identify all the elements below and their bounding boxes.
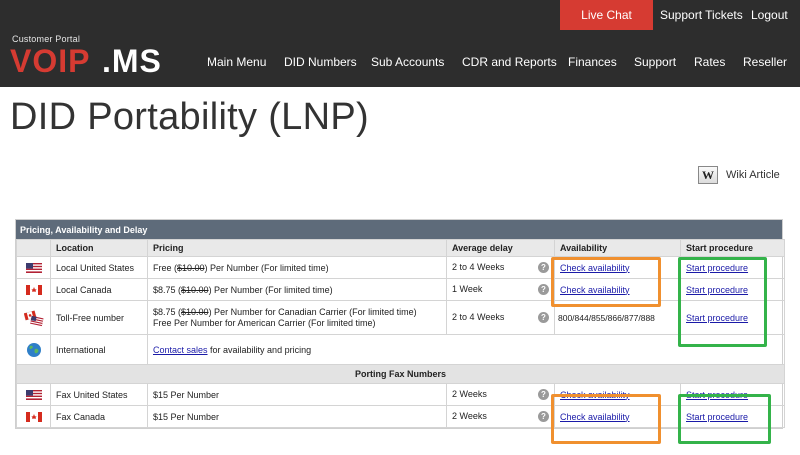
live-chat-button[interactable]: Live Chat bbox=[560, 0, 653, 30]
header-flag bbox=[16, 239, 51, 257]
nav-rates[interactable]: Rates bbox=[694, 55, 725, 69]
pricing-table: Pricing, Availability and Delay Location… bbox=[15, 219, 785, 429]
pricing-cell: $8.75 ($10.00) Per Number (For limited t… bbox=[147, 278, 447, 301]
help-icon[interactable]: ? bbox=[538, 284, 549, 295]
canada-flag-icon bbox=[25, 284, 42, 295]
toll-free-flags-icon bbox=[23, 309, 43, 326]
table-header-row: Location Pricing Average delay Availabil… bbox=[16, 239, 785, 257]
us-flag-icon bbox=[25, 389, 42, 400]
top-header: Customer Portal VOIP .MS Live Chat Suppo… bbox=[0, 0, 800, 87]
nav-support[interactable]: Support bbox=[634, 55, 676, 69]
page-title: DID Portability (LNP) bbox=[10, 96, 369, 138]
header-average-delay: Average delay bbox=[446, 239, 555, 257]
portal-label: Customer Portal bbox=[12, 34, 81, 44]
pricing-cell: $8.75 ($10.00) Per Number for Canadian C… bbox=[147, 300, 447, 335]
nav-cdr-reports[interactable]: CDR and Reports bbox=[462, 55, 557, 69]
fax-availability-highlight-box bbox=[551, 394, 661, 444]
table-row: Local Canada $8.75 ($10.00) Per Number (… bbox=[16, 278, 785, 301]
help-icon[interactable]: ? bbox=[538, 389, 549, 400]
canada-flag-icon bbox=[25, 411, 42, 422]
table-caption: Pricing, Availability and Delay bbox=[16, 220, 782, 239]
nav-reseller[interactable]: Reseller bbox=[743, 55, 787, 69]
pricing-cell: Free ($10.00) Per Number (For limited ti… bbox=[147, 256, 447, 279]
delay-cell: 2 to 4 Weeks? bbox=[446, 300, 555, 335]
svg-text:.MS: .MS bbox=[102, 44, 162, 76]
location-cell: Local Canada bbox=[50, 278, 148, 301]
pricing-cell: $15 Per Number bbox=[147, 383, 447, 406]
delay-cell: 1 Week? bbox=[446, 278, 555, 301]
help-icon[interactable]: ? bbox=[538, 262, 549, 273]
table-row: Fax Canada $15 Per Number 2 Weeks? Check… bbox=[16, 405, 785, 428]
header-location: Location bbox=[50, 239, 148, 257]
us-flag-icon bbox=[25, 262, 42, 273]
procedure-highlight-box bbox=[678, 257, 767, 347]
fax-procedure-highlight-box bbox=[678, 394, 771, 444]
header-start-procedure: Start procedure bbox=[680, 239, 785, 257]
nav-main-menu[interactable]: Main Menu bbox=[207, 55, 266, 69]
location-cell: Fax Canada bbox=[50, 405, 148, 428]
section-title: Porting Fax Numbers bbox=[16, 364, 785, 384]
location-cell: Fax United States bbox=[50, 383, 148, 406]
location-cell: Toll-Free number bbox=[50, 300, 148, 335]
location-cell: Local United States bbox=[50, 256, 148, 279]
table-row: International Contact sales for availabi… bbox=[16, 334, 785, 365]
svg-text:VOIP: VOIP bbox=[10, 44, 90, 76]
availability-highlight-box bbox=[551, 257, 661, 307]
header-pricing: Pricing bbox=[147, 239, 447, 257]
help-icon[interactable]: ? bbox=[538, 411, 549, 422]
delay-cell: 2 Weeks? bbox=[446, 383, 555, 406]
nav-sub-accounts[interactable]: Sub Accounts bbox=[371, 55, 444, 69]
pricing-cell: $15 Per Number bbox=[147, 405, 447, 428]
fax-section-header: Porting Fax Numbers bbox=[16, 364, 785, 384]
help-icon[interactable]: ? bbox=[538, 312, 549, 323]
wiki-article-link[interactable]: Wiki Article bbox=[726, 169, 780, 181]
delay-cell: 2 to 4 Weeks? bbox=[446, 256, 555, 279]
globe-icon bbox=[26, 342, 41, 357]
nav-finances[interactable]: Finances bbox=[568, 55, 617, 69]
logout-link[interactable]: Logout bbox=[751, 8, 788, 22]
table-row: Local United States Free ($10.00) Per Nu… bbox=[16, 256, 785, 279]
contact-sales-link[interactable]: Contact sales bbox=[153, 345, 208, 355]
delay-cell: 2 Weeks? bbox=[446, 405, 555, 428]
nav-did-numbers[interactable]: DID Numbers bbox=[284, 55, 357, 69]
support-tickets-link[interactable]: Support Tickets bbox=[660, 8, 743, 22]
header-availability: Availability bbox=[554, 239, 681, 257]
wiki-icon[interactable]: W bbox=[698, 166, 718, 184]
location-cell: International bbox=[50, 334, 148, 365]
table-row: Fax United States $15 Per Number 2 Weeks… bbox=[16, 383, 785, 406]
table-row: Toll-Free number $8.75 ($10.00) Per Numb… bbox=[16, 300, 785, 335]
voipms-logo[interactable]: VOIP .MS bbox=[10, 44, 180, 76]
